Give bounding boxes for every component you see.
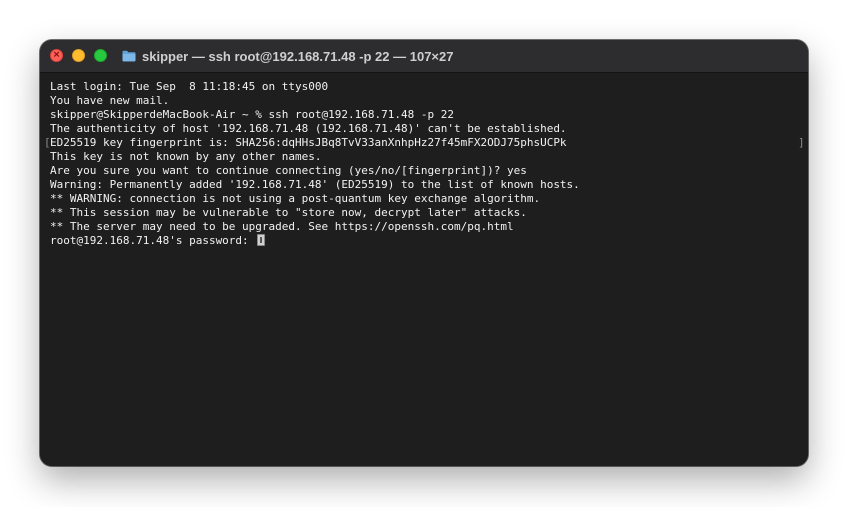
cursor-icon [257,234,266,246]
prompt-marker-right: ] [798,136,805,149]
window-title: skipper — ssh root@192.168.71.48 -p 22 —… [142,48,454,64]
terminal-line: ED25519 key fingerprint is: SHA256:dqHHs… [50,136,567,149]
password-prompt: root@192.168.71.48's password: [50,234,256,247]
close-button[interactable]: × [50,49,63,62]
terminal-line: ** WARNING: connection is not using a po… [50,192,541,205]
terminal-line: You have new mail. [50,94,170,107]
terminal-lines: Last login: Tue Sep 8 11:18:45 on ttys00… [50,80,580,248]
title-bar[interactable]: × skipper — ssh root@192.168.71.48 -p 22… [40,40,808,73]
terminal-line: The authenticity of host '192.168.71.48 … [50,122,567,135]
terminal-line: This key is not known by any other names… [50,150,322,163]
terminal-line: skipper@SkipperdeMacBook-Air ~ % ssh roo… [50,108,454,121]
password-prompt-line[interactable]: root@192.168.71.48's password: [50,234,580,248]
minimize-button[interactable] [72,49,85,62]
terminal-output[interactable]: [ ] Last login: Tue Sep 8 11:18:45 on tt… [40,73,808,466]
terminal-line: Warning: Permanently added '192.168.71.4… [50,178,580,191]
window-title-group: skipper — ssh root@192.168.71.48 -p 22 —… [122,40,453,72]
terminal-window: × skipper — ssh root@192.168.71.48 -p 22… [40,40,808,466]
terminal-line: ** The server may need to be upgraded. S… [50,220,514,233]
terminal-line: ** This session may be vulnerable to "st… [50,206,527,219]
terminal-line: Last login: Tue Sep 8 11:18:45 on ttys00… [50,80,329,93]
close-icon: × [52,50,61,60]
folder-icon [122,50,136,62]
zoom-button[interactable] [94,49,107,62]
terminal-line: Are you sure you want to continue connec… [50,164,527,177]
